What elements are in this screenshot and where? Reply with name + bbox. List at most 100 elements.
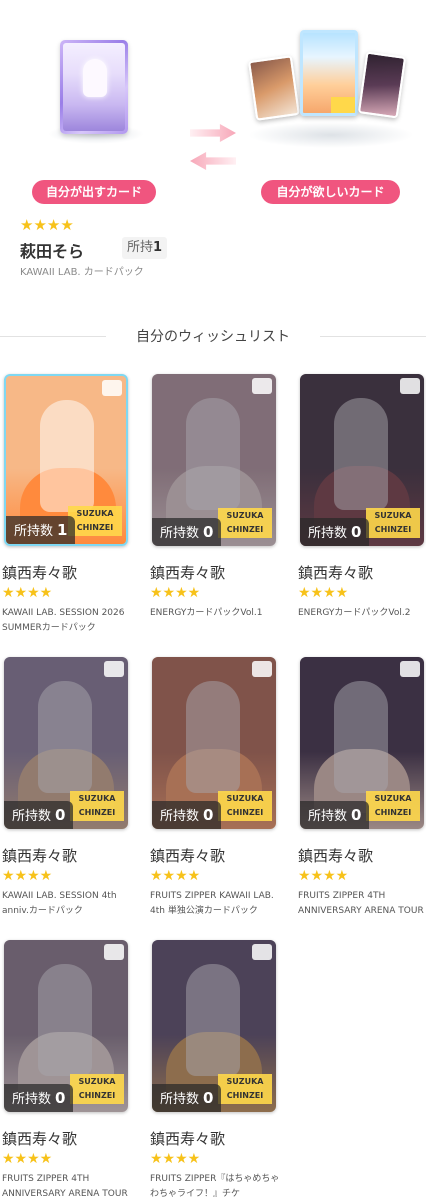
trade-preview: 自分が出すカード 自分が欲しいカード bbox=[0, 0, 426, 210]
owned-count-label: 所持数 bbox=[14, 524, 54, 539]
card-name-plate: SUZUKA CHINZEI bbox=[218, 791, 272, 821]
card-pack-name: FRUITS ZIPPER『はちゃめちゃわちゃライフ！』チケ bbox=[150, 1174, 280, 1199]
rarity-stars: ★★★★ bbox=[20, 216, 74, 234]
owned-count: 0 bbox=[351, 523, 362, 541]
card-pack-name: FRUITS ZIPPER KAWAII LAB. 4th 単独公演カードパック bbox=[150, 891, 274, 916]
wishlist-item[interactable]: SUZUKA CHINZEI 所持数 0 鎮西寿々歌 ★★★★ KAWAII LAB. S… bbox=[2, 655, 130, 925]
owned-count-badge: 所持数 0 bbox=[4, 801, 74, 829]
card-member-name: 鎮西寿々歌 bbox=[150, 1130, 226, 1148]
want-card-image bbox=[248, 55, 300, 121]
owned-count-badge: 所持数 0 bbox=[300, 518, 370, 546]
owned-badge: 所持1 bbox=[122, 237, 168, 259]
owned-count-label: 所持数 bbox=[308, 809, 348, 824]
owned-count-label: 所持数 bbox=[308, 526, 348, 541]
owned-count: 0 bbox=[203, 523, 214, 541]
card-member-name: 鎮西寿々歌 bbox=[150, 564, 226, 582]
card-name-plate: SUZUKA CHINZEI bbox=[218, 1074, 272, 1104]
wishlist-item[interactable]: SUZUKA CHINZEI 所持数 0 鎮西寿々歌 ★★★★ FRUITS ZIPPER… bbox=[150, 655, 278, 925]
card-image[interactable]: SUZUKA CHINZEI 所持数 0 bbox=[152, 374, 276, 546]
card-pack-name: KAWAII LAB. SESSION 4th anniv.カードパック bbox=[2, 891, 117, 916]
owned-count-badge: 所持数 0 bbox=[152, 1084, 222, 1112]
group-logo-icon bbox=[104, 944, 124, 960]
owned-count: 0 bbox=[55, 806, 66, 824]
card-member-name: 鎮西寿々歌 bbox=[2, 564, 78, 582]
owned-count-label: 所持数 bbox=[12, 1092, 52, 1107]
owned-count-badge: 所持数 0 bbox=[4, 1084, 74, 1112]
group-logo-icon bbox=[102, 380, 122, 396]
wishlist-item[interactable]: SUZUKA CHINZEI 所持数 1 鎮西寿々歌 ★★★★ KAWAII LAB. S… bbox=[2, 372, 130, 642]
group-logo-icon bbox=[252, 378, 272, 394]
card-name-plate: SUZUKA CHINZEI bbox=[70, 1074, 124, 1104]
group-logo-icon bbox=[252, 661, 272, 677]
rarity-stars: ★★★★ bbox=[150, 1151, 201, 1167]
group-logo-icon bbox=[104, 661, 124, 677]
want-card-image bbox=[300, 30, 358, 116]
card-member-name: 鎮西寿々歌 bbox=[150, 847, 226, 865]
give-card-label: 自分が出すカード bbox=[32, 180, 156, 204]
card-image[interactable]: SUZUKA CHINZEI 所持数 0 bbox=[152, 940, 276, 1112]
card-member-name: 鎮西寿々歌 bbox=[2, 1130, 78, 1148]
card-image[interactable]: SUZUKA CHINZEI 所持数 0 bbox=[4, 940, 128, 1112]
owned-count-label: 所持数 bbox=[160, 809, 200, 824]
rarity-stars: ★★★★ bbox=[150, 868, 201, 884]
divider bbox=[320, 336, 426, 337]
owned-label: 所持 bbox=[127, 240, 154, 255]
card-name-plate: SUZUKA CHINZEI bbox=[70, 791, 124, 821]
card-pack-name: KAWAII LAB. SESSION 2026 SUMMERカードパック bbox=[2, 608, 125, 633]
wishlist-header: 自分のウィッシュリスト bbox=[0, 328, 426, 348]
wishlist-title: 自分のウィッシュリスト bbox=[136, 329, 290, 345]
owned-count: 1 bbox=[153, 240, 163, 255]
card-member-name: 萩田そら bbox=[20, 242, 85, 261]
owned-count: 0 bbox=[203, 1089, 214, 1107]
want-card-image bbox=[357, 51, 407, 119]
owned-count-label: 所持数 bbox=[160, 1092, 200, 1107]
card-image[interactable]: SUZUKA CHINZEI 所持数 0 bbox=[4, 657, 128, 829]
rarity-stars: ★★★★ bbox=[2, 585, 53, 601]
rarity-stars: ★★★★ bbox=[2, 868, 53, 884]
rarity-stars: ★★★★ bbox=[298, 868, 349, 884]
card-pack-name: KAWAII LAB. カードパック bbox=[20, 267, 144, 278]
card-pack-name: FRUITS ZIPPER 4TH ANNIVERSARY ARENA TOUR bbox=[2, 1174, 128, 1199]
rarity-stars: ★★★★ bbox=[150, 585, 201, 601]
owned-count: 0 bbox=[203, 806, 214, 824]
owned-count: 1 bbox=[57, 521, 68, 539]
card-member-name: 鎮西寿々歌 bbox=[2, 847, 78, 865]
rarity-stars: ★★★★ bbox=[2, 1151, 53, 1167]
card-image[interactable]: SUZUKA CHINZEI 所持数 1 bbox=[4, 374, 128, 546]
card-image[interactable]: SUZUKA CHINZEI 所持数 0 bbox=[300, 657, 424, 829]
card-member-name: 鎮西寿々歌 bbox=[298, 564, 374, 582]
card-pack-name: ENERGYカードパックVol.1 bbox=[150, 608, 263, 618]
card-member-name: 鎮西寿々歌 bbox=[298, 847, 374, 865]
want-card-label: 自分が欲しいカード bbox=[261, 180, 400, 204]
owned-count: 0 bbox=[55, 1089, 66, 1107]
group-logo-icon bbox=[400, 378, 420, 394]
wishlist-item[interactable]: SUZUKA CHINZEI 所持数 0 鎮西寿々歌 ★★★★ ENERGYカードパックV… bbox=[298, 372, 426, 642]
owned-count-badge: 所持数 1 bbox=[6, 516, 76, 544]
give-card-image[interactable] bbox=[60, 40, 128, 134]
wishlist-item[interactable]: SUZUKA CHINZEI 所持数 0 鎮西寿々歌 ★★★★ ENERGYカードパックV… bbox=[150, 372, 278, 642]
card-name-plate: SUZUKA CHINZEI bbox=[68, 506, 122, 536]
card-pack-name: FRUITS ZIPPER 4TH ANNIVERSARY ARENA TOUR bbox=[298, 891, 424, 916]
owned-count: 0 bbox=[351, 806, 362, 824]
arrow-left-icon bbox=[190, 152, 236, 170]
rarity-stars: ★★★★ bbox=[298, 585, 349, 601]
owned-count-label: 所持数 bbox=[12, 809, 52, 824]
wishlist-item[interactable]: SUZUKA CHINZEI 所持数 0 鎮西寿々歌 ★★★★ FRUITS ZIPPER… bbox=[2, 938, 130, 1199]
card-image[interactable]: SUZUKA CHINZEI 所持数 0 bbox=[300, 374, 424, 546]
owned-count-badge: 所持数 0 bbox=[152, 801, 222, 829]
group-logo-icon bbox=[252, 944, 272, 960]
card-name-plate: SUZUKA CHINZEI bbox=[366, 791, 420, 821]
arrow-right-icon bbox=[190, 124, 236, 142]
group-logo-icon bbox=[400, 661, 420, 677]
want-cards-stack[interactable] bbox=[248, 28, 408, 128]
card-name-plate: SUZUKA CHINZEI bbox=[366, 508, 420, 538]
owned-count-badge: 所持数 0 bbox=[300, 801, 370, 829]
wishlist-item[interactable]: SUZUKA CHINZEI 所持数 0 鎮西寿々歌 ★★★★ FRUITS ZIPPER… bbox=[298, 655, 426, 925]
wishlist-item[interactable]: SUZUKA CHINZEI 所持数 0 鎮西寿々歌 ★★★★ FRUITS ZIPPER… bbox=[150, 938, 279, 1199]
card-pack-name: ENERGYカードパックVol.2 bbox=[298, 608, 411, 618]
owned-count-badge: 所持数 0 bbox=[152, 518, 222, 546]
card-photo bbox=[40, 400, 94, 512]
card-name-plate: SUZUKA CHINZEI bbox=[218, 508, 272, 538]
owned-count-label: 所持数 bbox=[160, 526, 200, 541]
card-image[interactable]: SUZUKA CHINZEI 所持数 0 bbox=[152, 657, 276, 829]
